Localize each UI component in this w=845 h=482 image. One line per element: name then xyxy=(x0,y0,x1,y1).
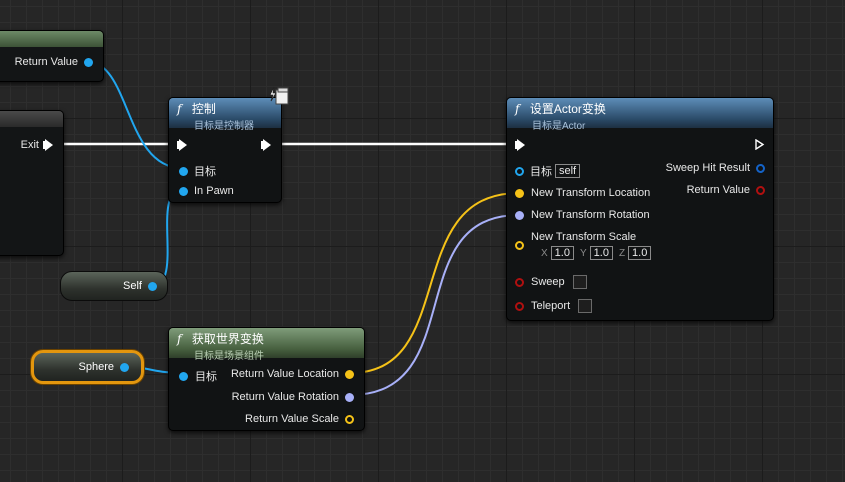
in-pawn-label: In Pawn xyxy=(194,185,234,197)
network-replicated-icon xyxy=(269,86,289,105)
target-default-value[interactable]: self xyxy=(555,164,581,178)
sweep-checkbox[interactable] xyxy=(572,275,587,289)
object-pin-dot[interactable] xyxy=(120,362,129,372)
sphere-label: Sphere xyxy=(78,361,114,373)
node-get-world-transform-header: f 获取世界变换 目标是场景组件 xyxy=(169,328,364,362)
new-location-pin[interactable]: New Transform Location xyxy=(515,187,650,199)
exec-in-arrow[interactable] xyxy=(177,139,187,151)
scale-x-input[interactable]: 1.0 xyxy=(550,246,574,260)
scale-x-label: X xyxy=(541,247,548,259)
self-label: Self xyxy=(123,280,142,292)
new-scale-label-row: New Transform Scale xyxy=(531,231,636,243)
bool-pin-dot[interactable] xyxy=(515,277,524,287)
return-value-label: Return Value xyxy=(686,184,750,196)
object-pin-dot[interactable] xyxy=(179,186,188,196)
function-icon: f xyxy=(177,102,182,116)
target-label: 目标 xyxy=(194,166,216,178)
return-rotation-pin[interactable]: Return Value Rotation xyxy=(232,391,354,403)
vector-pin-dot[interactable] xyxy=(345,414,354,424)
teleport-checkbox[interactable] xyxy=(578,299,593,313)
return-value-pin[interactable]: Return Value xyxy=(15,56,93,68)
object-pin-dot[interactable] xyxy=(148,281,157,291)
sweep-hit-label: Sweep Hit Result xyxy=(665,162,750,174)
scale-z-label: Z xyxy=(618,247,626,259)
target-pin[interactable]: 目标 xyxy=(179,163,216,179)
self-variable-node[interactable]: Self xyxy=(60,271,168,301)
rotator-pin-dot[interactable] xyxy=(515,210,524,220)
exec-in-pin[interactable] xyxy=(177,139,187,151)
node-controller[interactable]: f 控制 目标是控制器 目标 In Pawn xyxy=(168,97,282,203)
target-label: 目标 xyxy=(195,371,217,383)
exec-out-arrow[interactable] xyxy=(261,139,271,151)
new-scale-label: New Transform Scale xyxy=(531,231,637,243)
exec-out-outline-arrow[interactable] xyxy=(755,139,765,150)
scale-z-input[interactable]: 1.0 xyxy=(628,246,652,260)
function-icon: f xyxy=(177,332,182,346)
new-rotation-label: New Transform Rotation xyxy=(531,209,650,221)
return-value-label: Return Value xyxy=(14,56,78,68)
object-pin-dot[interactable] xyxy=(179,166,188,176)
exec-out-pin[interactable] xyxy=(261,139,271,151)
object-pin-dot[interactable] xyxy=(515,166,524,176)
vector-pin-dot[interactable] xyxy=(515,241,524,250)
new-rotation-pin[interactable]: New Transform Rotation xyxy=(515,209,650,221)
return-rotation-label: Return Value Rotation xyxy=(231,391,339,403)
vector-pin-dot[interactable] xyxy=(515,188,524,198)
bool-pin-dot[interactable] xyxy=(756,185,765,195)
sweep-hit-result-pin[interactable]: Sweep Hit Result xyxy=(666,162,765,174)
node-title: 获取世界变换 xyxy=(191,332,264,346)
object-pin-dot[interactable] xyxy=(179,371,188,381)
node-subtitle: 目标是场景组件 xyxy=(194,351,264,362)
scale-fields: X 1.0 Y 1.0 Z 1.0 xyxy=(533,246,652,260)
node-title: 控制 xyxy=(191,102,216,116)
new-location-label: New Transform Location xyxy=(531,187,651,199)
new-scale-pin[interactable] xyxy=(515,241,524,250)
rotator-wire-rotation xyxy=(349,214,520,396)
function-icon: f xyxy=(515,102,520,116)
exec-in-pin[interactable] xyxy=(515,139,525,151)
node-set-transform-header: f 设置Actor变换 目标是Actor xyxy=(507,98,773,132)
in-pawn-pin[interactable]: In Pawn xyxy=(179,185,234,197)
node-get-world-transform[interactable]: f 获取世界变换 目标是场景组件 目标 Return Value Locatio… xyxy=(168,327,365,431)
target-pin[interactable]: 目标 self xyxy=(515,163,581,179)
target-pin[interactable]: 目标 xyxy=(179,368,217,384)
return-value-pin[interactable]: Return Value xyxy=(687,184,765,196)
sphere-variable-node[interactable]: Sphere xyxy=(31,350,144,384)
exec-in-arrow[interactable] xyxy=(515,139,525,151)
return-location-pin[interactable]: Return Value Location xyxy=(231,368,354,380)
rotator-pin-dot[interactable] xyxy=(345,392,354,402)
node-controller-header: f 控制 目标是控制器 xyxy=(169,98,281,132)
sweep-pin[interactable]: Sweep xyxy=(515,275,587,289)
exit-label: Exit xyxy=(20,139,39,151)
teleport-label: Teleport xyxy=(531,300,571,312)
sweep-label: Sweep xyxy=(531,276,565,288)
struct-pin-dot[interactable] xyxy=(756,163,765,173)
teleport-pin[interactable]: Teleport xyxy=(515,299,593,313)
exec-out-pin[interactable] xyxy=(43,139,53,151)
return-scale-pin[interactable]: Return Value Scale xyxy=(245,413,354,425)
return-location-label: Return Value Location xyxy=(230,368,339,380)
bool-pin-dot[interactable] xyxy=(515,301,524,311)
node-mid-left[interactable]: Exit xyxy=(0,110,64,256)
node-subtitle: 目标是Actor xyxy=(532,121,586,132)
vector-wire-location xyxy=(349,192,520,374)
return-scale-label: Return Value Scale xyxy=(245,413,339,425)
node-subtitle: 目标是控制器 xyxy=(194,121,254,132)
exit-pin[interactable]: Exit xyxy=(21,139,53,151)
object-pin-dot[interactable] xyxy=(84,57,93,67)
node-title: 设置Actor变换 xyxy=(529,102,606,116)
target-label: 目标 xyxy=(530,166,552,178)
exec-out-pin[interactable] xyxy=(755,139,765,150)
node-set-actor-transform[interactable]: f 设置Actor变换 目标是Actor 目标 self New Transfo… xyxy=(506,97,774,321)
vector-pin-dot[interactable] xyxy=(345,369,354,379)
scale-y-label: Y xyxy=(579,247,587,259)
node-top-left[interactable]: Return Value xyxy=(0,30,104,82)
scale-y-input[interactable]: 1.0 xyxy=(589,246,613,260)
